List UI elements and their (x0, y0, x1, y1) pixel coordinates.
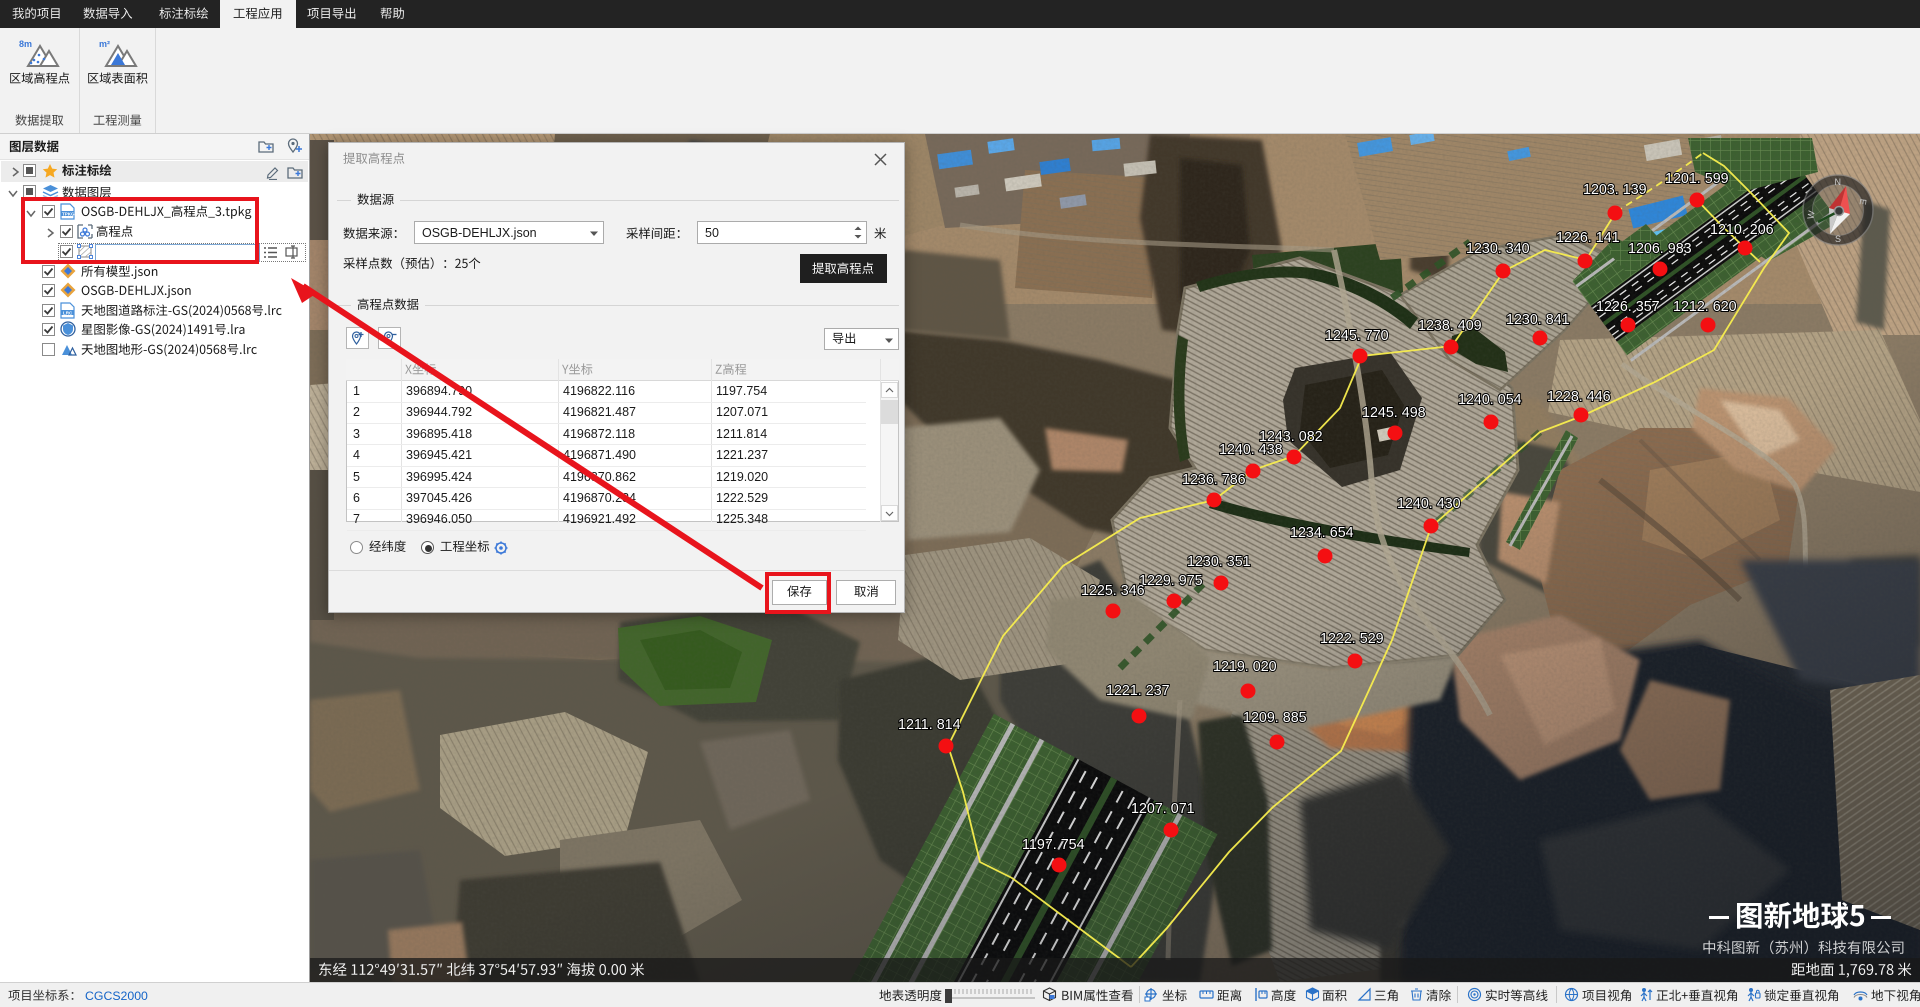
svg-text:1236. 786: 1236. 786 (1182, 472, 1246, 488)
svg-text:1209. 885: 1209. 885 (1243, 710, 1307, 726)
svg-text:1201. 599: 1201. 599 (1665, 171, 1729, 187)
svg-text:1230. 841: 1230. 841 (1506, 312, 1570, 328)
svg-text:1206. 983: 1206. 983 (1628, 241, 1692, 257)
svg-text:E: E (1858, 198, 1869, 205)
svg-text:1245. 770: 1245. 770 (1325, 328, 1389, 344)
svg-text:1230. 351: 1230. 351 (1187, 554, 1251, 570)
svg-text:1203. 139: 1203. 139 (1583, 182, 1647, 198)
svg-text:N: N (1835, 177, 1842, 187)
svg-text:1228. 446: 1228. 446 (1547, 389, 1611, 405)
svg-text:1225. 346: 1225. 346 (1081, 583, 1145, 599)
svg-text:1229. 975: 1229. 975 (1139, 573, 1203, 589)
svg-text:1211. 814: 1211. 814 (898, 717, 961, 733)
svg-text:1210. 206: 1210. 206 (1710, 222, 1774, 238)
svg-text:1240. 430: 1240. 430 (1397, 496, 1461, 512)
svg-text:1222. 529: 1222. 529 (1320, 631, 1384, 647)
svg-text:1238. 409: 1238. 409 (1418, 318, 1482, 334)
svg-text:1197. 754: 1197. 754 (1022, 837, 1085, 853)
svg-text:1207. 071: 1207. 071 (1131, 801, 1195, 817)
svg-text:1240. 054: 1240. 054 (1458, 392, 1522, 408)
svg-text:S: S (1835, 234, 1841, 244)
svg-text:1226. 141: 1226. 141 (1556, 230, 1620, 246)
svg-text:m²: m² (99, 39, 110, 49)
svg-text:1245. 498: 1245. 498 (1362, 405, 1426, 421)
svg-text:8m: 8m (19, 39, 32, 49)
svg-text:1230. 340: 1230. 340 (1466, 241, 1530, 257)
svg-text:1234. 654: 1234. 654 (1290, 525, 1354, 541)
svg-text:1240. 438: 1240. 438 (1219, 442, 1283, 458)
svg-text:1219. 020: 1219. 020 (1213, 659, 1277, 675)
svg-text:1221. 237: 1221. 237 (1106, 683, 1170, 699)
svg-text:1226. 357: 1226. 357 (1596, 299, 1660, 315)
svg-text:1212. 620: 1212. 620 (1673, 299, 1737, 315)
svg-text:LRC: LRC (63, 310, 73, 315)
